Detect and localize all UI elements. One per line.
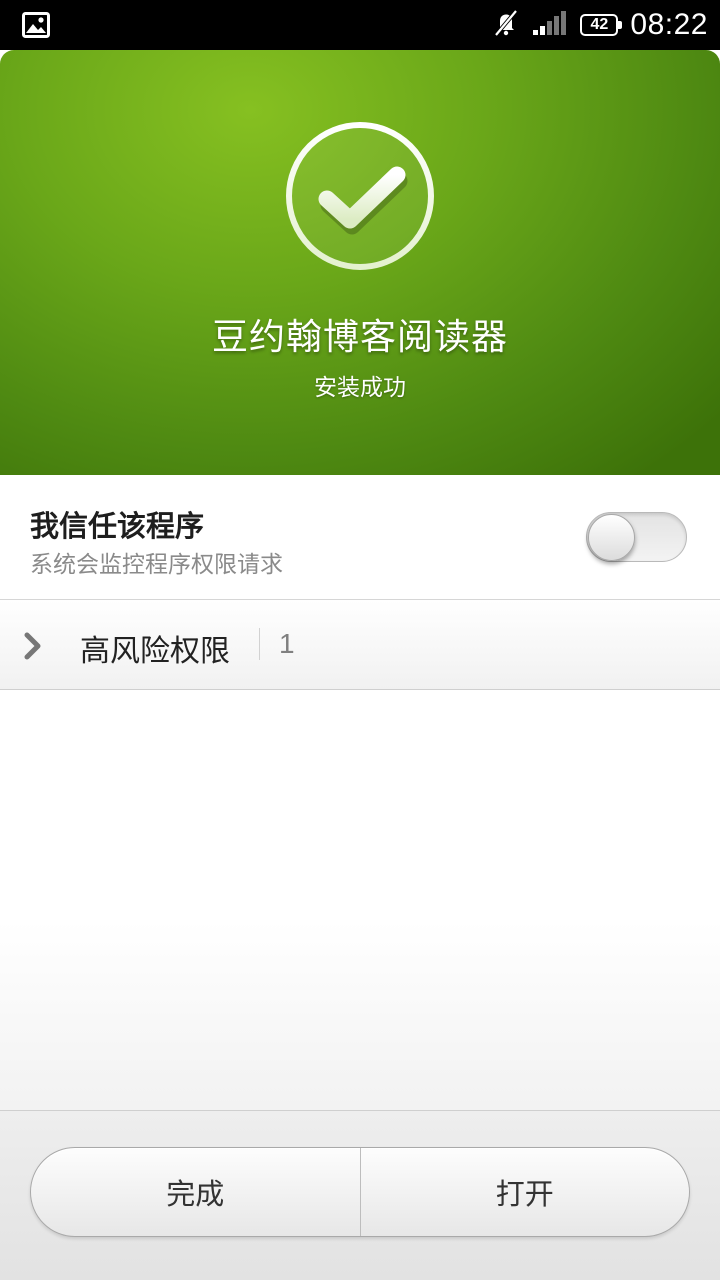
- permissions-label: 高风险权限: [80, 634, 230, 669]
- action-button-group: 完成 打开: [30, 1147, 690, 1237]
- clock: 08:22: [630, 8, 708, 41]
- app-name: 豆约翰博客阅读器: [211, 317, 508, 358]
- signal-icon: [532, 10, 568, 40]
- content-area: [0, 690, 720, 1110]
- status-bar: 42 08:22: [0, 0, 720, 50]
- install-banner: 豆约翰博客阅读器 安装成功: [0, 50, 720, 475]
- install-status: 安装成功: [314, 375, 406, 401]
- notification-muted-icon: [492, 9, 520, 41]
- battery-icon: 42: [580, 14, 623, 36]
- toggle-knob[interactable]: [588, 514, 635, 561]
- high-risk-permissions-row[interactable]: 高风险权限 1: [0, 600, 720, 690]
- divider: [259, 628, 260, 660]
- trust-app-row[interactable]: 我信任该程序 系统会监控程序权限请求: [0, 475, 720, 600]
- checkmark-circle-icon: [285, 121, 435, 271]
- open-button[interactable]: 打开: [359, 1148, 690, 1236]
- trust-title: 我信任该程序: [30, 509, 205, 543]
- install-result-screen: 42 08:22 豆约翰博客阅读器 安装成功 我信任该程序 系统会监控程序权限请…: [0, 0, 720, 1280]
- status-icons: 42 08:22: [492, 0, 708, 50]
- gallery-icon: [22, 12, 50, 38]
- trust-toggle[interactable]: [586, 512, 687, 562]
- bottom-action-bar: 完成 打开: [0, 1110, 720, 1280]
- done-button[interactable]: 完成: [31, 1148, 360, 1236]
- battery-level: 42: [590, 16, 609, 33]
- trust-description: 系统会监控程序权限请求: [30, 552, 283, 578]
- chevron-right-icon: [22, 631, 44, 661]
- permissions-count: 1: [279, 628, 295, 659]
